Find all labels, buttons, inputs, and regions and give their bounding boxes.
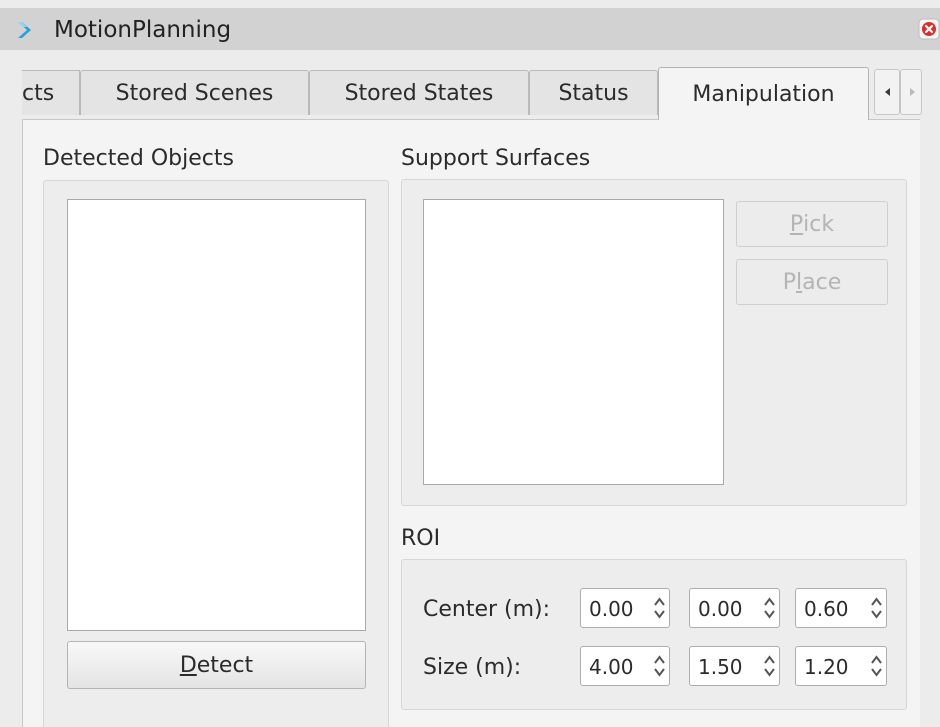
tab-status[interactable]: Status — [529, 70, 658, 115]
manipulation-panel: Detected Objects Detect Support Surfaces… — [22, 119, 920, 727]
spin-arrows-icon[interactable] — [653, 593, 666, 623]
spin-arrows-icon[interactable] — [653, 651, 666, 681]
tab-stored-scenes[interactable]: Stored Scenes — [80, 70, 309, 115]
tab-objects-partial[interactable]: cts — [22, 70, 80, 115]
tab-scroll-left-button[interactable] — [874, 69, 900, 115]
tab-stored-states[interactable]: Stored States — [309, 70, 529, 115]
tab-bar: cts Stored Scenes Stored States Status M… — [0, 50, 940, 120]
detected-objects-heading: Detected Objects — [43, 146, 234, 171]
size-label: Size (m): — [423, 655, 522, 680]
pick-button[interactable]: Pick — [736, 201, 888, 247]
window-title: MotionPlanning — [54, 17, 232, 43]
center-label: Center (m): — [423, 597, 551, 622]
chevron-left-icon — [885, 88, 890, 96]
close-icon[interactable] — [918, 18, 940, 40]
spin-value: 1.20 — [804, 655, 849, 679]
chevron-right-icon — [910, 88, 915, 96]
spin-value: 0.60 — [804, 597, 849, 621]
title-bar: MotionPlanning — [0, 8, 940, 50]
spin-value: 0.00 — [589, 597, 634, 621]
detect-mnemonic: D — [179, 652, 197, 678]
support-surfaces-list[interactable] — [423, 199, 724, 485]
spin-arrows-icon[interactable] — [763, 651, 776, 681]
center-x-spinbox[interactable]: 0.00 — [580, 588, 670, 628]
spin-value: 4.00 — [589, 655, 634, 679]
spin-arrows-icon[interactable] — [870, 651, 883, 681]
spin-value: 0.00 — [698, 597, 743, 621]
pick-label: ick — [803, 211, 835, 237]
spin-arrows-icon[interactable] — [763, 593, 776, 623]
center-z-spinbox[interactable]: 0.60 — [795, 588, 887, 628]
rviz-chevron-icon — [18, 22, 31, 38]
tab-label: Status — [558, 80, 629, 106]
detect-button[interactable]: Detect — [67, 641, 366, 689]
size-x-spinbox[interactable]: 4.00 — [580, 646, 670, 686]
tab-label: cts — [22, 80, 55, 106]
detected-objects-list[interactable] — [67, 199, 366, 631]
size-y-spinbox[interactable]: 1.50 — [689, 646, 780, 686]
tab-label: Stored States — [344, 80, 494, 106]
spin-value: 1.50 — [698, 655, 743, 679]
roi-heading: ROI — [401, 526, 441, 551]
detect-label: etect — [196, 652, 254, 678]
support-surfaces-heading: Support Surfaces — [401, 146, 591, 171]
center-y-spinbox[interactable]: 0.00 — [689, 588, 780, 628]
tab-label: Stored Scenes — [115, 80, 274, 106]
tab-manipulation[interactable]: Manipulation — [658, 67, 869, 120]
roi-group — [401, 559, 907, 710]
spin-arrows-icon[interactable] — [870, 593, 883, 623]
place-button[interactable]: Pl ace — [736, 259, 888, 305]
tab-scroll-right-button[interactable] — [900, 69, 922, 115]
place-label: ace — [802, 269, 842, 295]
place-label-pre: P — [782, 269, 797, 295]
pick-mnemonic: P — [789, 211, 804, 237]
tab-label: Manipulation — [692, 81, 835, 107]
size-z-spinbox[interactable]: 1.20 — [795, 646, 887, 686]
